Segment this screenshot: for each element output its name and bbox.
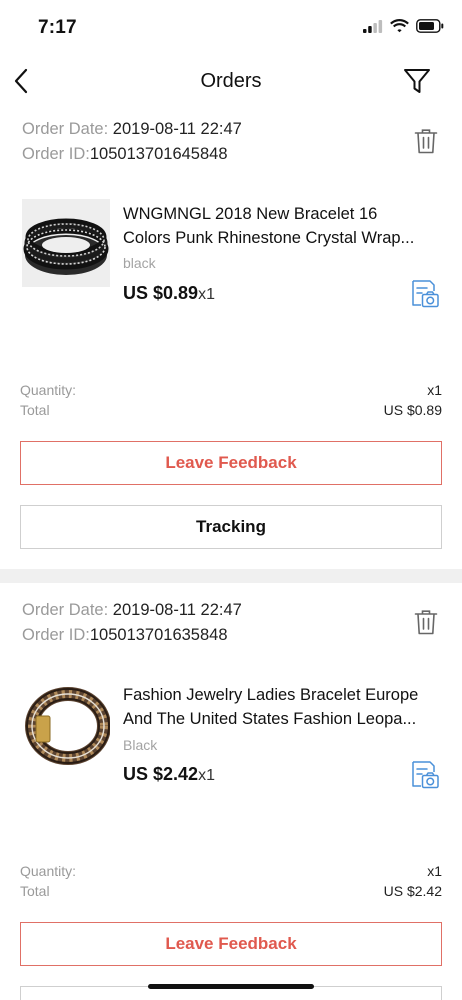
order-id: Order ID:105013701645848	[22, 143, 228, 166]
total-value: US $0.89	[383, 402, 442, 418]
order-id-value: 105013701645848	[89, 145, 228, 163]
order-id-label: Order ID:	[22, 145, 90, 163]
leave-feedback-button[interactable]: Leave Feedback	[20, 922, 442, 966]
snapshot-button[interactable]	[410, 279, 440, 309]
order-date-value: 2019-08-11 22:47	[112, 120, 242, 138]
trash-icon	[414, 610, 438, 635]
product-variant: black	[123, 255, 156, 271]
section-divider	[0, 569, 462, 583]
status-bar: 7:17	[0, 0, 462, 56]
quantity-value: x1	[427, 863, 442, 879]
status-icons	[363, 19, 444, 33]
quantity-value: x1	[427, 382, 442, 398]
wifi-icon	[390, 19, 409, 33]
product-image[interactable]	[22, 199, 110, 287]
delete-order-button[interactable]	[414, 609, 438, 635]
nav-bar: Orders	[0, 56, 462, 108]
signal-icon	[363, 19, 383, 33]
snapshot-icon	[412, 761, 439, 789]
filter-icon	[404, 69, 430, 93]
total-value: US $2.42	[383, 883, 442, 899]
product-price: US $0.89x1	[123, 283, 215, 304]
price-quantity: x1	[198, 767, 215, 784]
snapshot-button[interactable]	[410, 760, 440, 790]
page-title: Orders	[200, 70, 262, 92]
bracelet-black-image	[22, 199, 110, 287]
filter-button[interactable]	[402, 66, 432, 96]
order-date-label: Order Date:	[22, 601, 113, 619]
snapshot-icon	[412, 280, 439, 308]
total-label: Total	[20, 402, 50, 418]
order-id-label: Order ID:	[22, 626, 90, 644]
order-date-value: 2019-08-11 22:47	[112, 601, 242, 619]
product-title-line: Colors Punk Rhinestone Crystal Wrap...	[123, 229, 415, 247]
battery-icon	[416, 19, 444, 33]
product-title-line: And The United States Fashion Leopa...	[123, 710, 417, 728]
bracelet-leopard-image	[22, 680, 110, 768]
leave-feedback-button[interactable]: Leave Feedback	[20, 441, 442, 485]
status-time: 7:17	[38, 17, 77, 38]
product-title-line: WNGMNGL 2018 New Bracelet 16	[123, 205, 378, 223]
order-id: Order ID:105013701635848	[22, 624, 228, 647]
total-label: Total	[20, 883, 50, 899]
trash-icon	[414, 129, 438, 154]
price-quantity: x1	[198, 286, 215, 303]
quantity-label: Quantity:	[20, 382, 77, 398]
quantity-label: Quantity:	[20, 863, 77, 879]
delete-order-button[interactable]	[414, 128, 438, 154]
order-date: Order Date: 2019-08-11 22:47	[22, 599, 242, 622]
product-price: US $2.42x1	[123, 764, 215, 785]
order-date: Order Date: 2019-08-11 22:47	[22, 118, 242, 141]
order-id-value: 105013701635848	[89, 626, 228, 644]
product-image[interactable]	[22, 680, 110, 768]
order-date-label: Order Date:	[22, 120, 113, 138]
product-title[interactable]: Fashion Jewelry Ladies Bracelet Europe A…	[123, 683, 439, 731]
product-title[interactable]: WNGMNGL 2018 New Bracelet 16 Colors Punk…	[123, 202, 439, 250]
tracking-button[interactable]: Tracking	[20, 505, 442, 549]
product-variant: Black	[123, 737, 158, 753]
price-value: US $2.42	[123, 764, 199, 784]
price-value: US $0.89	[123, 283, 199, 303]
product-title-line: Fashion Jewelry Ladies Bracelet Europe	[123, 686, 419, 704]
home-indicator	[148, 984, 314, 989]
